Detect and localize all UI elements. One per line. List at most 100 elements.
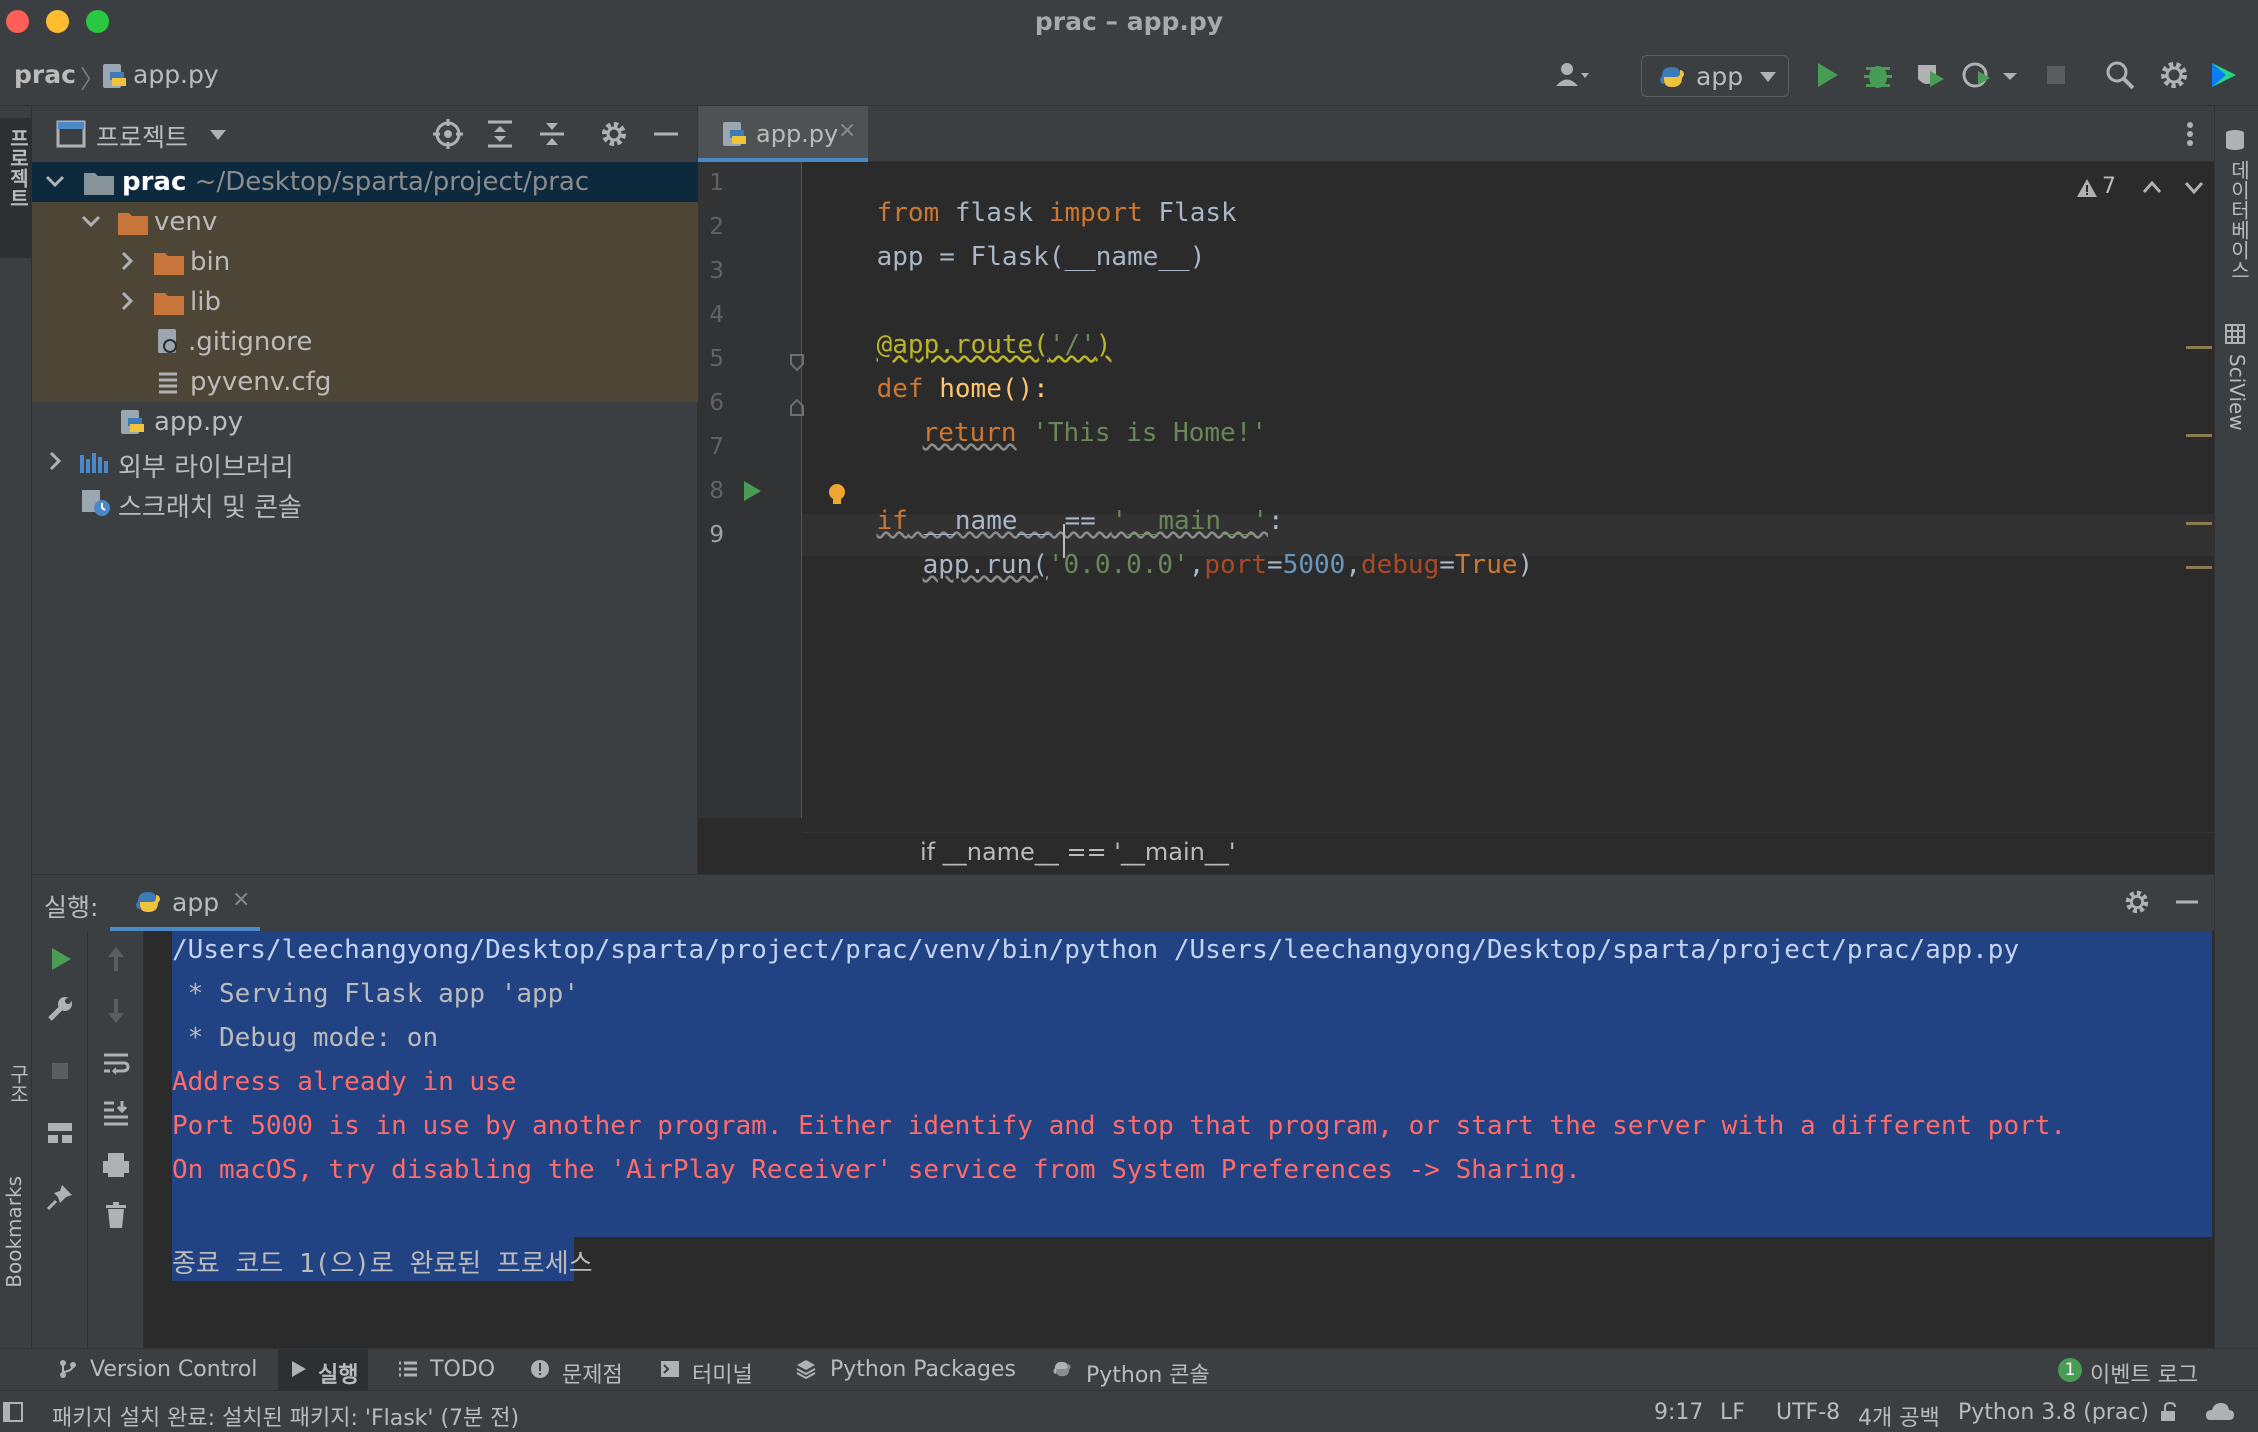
run-tab-app[interactable]: app × bbox=[110, 875, 260, 931]
gear-icon[interactable] bbox=[2156, 57, 2192, 93]
chevron-down-icon[interactable] bbox=[2000, 57, 2020, 93]
code-line-6[interactable]: return 'This is Home!' bbox=[860, 388, 1267, 478]
hide-panel-icon[interactable] bbox=[650, 118, 682, 150]
ignore-file-icon bbox=[158, 329, 177, 353]
editor-tab-app-py[interactable]: app.py × bbox=[698, 106, 868, 162]
stop-icon[interactable] bbox=[44, 1055, 76, 1087]
rerun-icon[interactable] bbox=[44, 943, 76, 975]
close-tab-icon[interactable]: × bbox=[838, 118, 856, 143]
run-configuration-dropdown[interactable]: app bbox=[1641, 55, 1789, 97]
chevron-down-icon[interactable] bbox=[80, 210, 102, 232]
memory-indicator-icon[interactable] bbox=[2206, 1400, 2234, 1424]
bookmarks-tab[interactable]: Bookmarks bbox=[2, 1176, 26, 1288]
gear-icon[interactable] bbox=[2122, 887, 2152, 917]
tree-item-lib[interactable]: lib bbox=[32, 282, 698, 322]
stop-icon[interactable] bbox=[2038, 57, 2074, 93]
trash-icon[interactable] bbox=[100, 1199, 132, 1231]
sciview-tab[interactable]: SciView bbox=[2225, 354, 2249, 431]
scroll-marker[interactable] bbox=[2186, 566, 2212, 569]
breadcrumb-file[interactable]: app.py bbox=[133, 60, 219, 89]
debug-icon[interactable] bbox=[1860, 57, 1896, 93]
tree-item-external-libraries[interactable]: 외부 라이브러리 bbox=[32, 442, 698, 483]
jetbrains-icon[interactable] bbox=[2208, 57, 2238, 93]
run-gutter-icon[interactable] bbox=[742, 480, 762, 502]
indent-setting[interactable]: 4개 공백 bbox=[1858, 1400, 1940, 1432]
collapse-all-icon[interactable] bbox=[536, 118, 568, 150]
layout-icon[interactable] bbox=[44, 1117, 76, 1149]
gear-icon[interactable] bbox=[598, 118, 630, 150]
warning-count[interactable]: 7 bbox=[2102, 174, 2116, 199]
project-view-dropdown[interactable]: 프로젝트 bbox=[96, 118, 188, 154]
fold-end-icon[interactable] bbox=[790, 398, 804, 416]
code-line-2[interactable]: app = Flask(__name__) bbox=[814, 212, 1206, 302]
profile-icon[interactable] bbox=[1960, 57, 1996, 93]
account-icon[interactable] bbox=[1553, 57, 1589, 93]
python-interpreter[interactable]: Python 3.8 (prac) bbox=[1958, 1400, 2149, 1425]
chevron-down-icon[interactable] bbox=[44, 170, 66, 192]
expand-all-icon[interactable] bbox=[484, 118, 516, 150]
toggle-tool-windows-icon[interactable] bbox=[2, 1401, 24, 1423]
intention-bulb-icon[interactable] bbox=[826, 482, 848, 506]
tool-tab-python-console[interactable]: Python 콘솔 bbox=[1086, 1357, 1210, 1389]
code-breadcrumb[interactable]: if __name__ == '__main__' bbox=[920, 838, 1235, 866]
console-line: * Serving Flask app 'app' bbox=[172, 979, 579, 1009]
run-icon[interactable] bbox=[1808, 57, 1844, 93]
tree-item-pyvenv-cfg[interactable]: pyvenv.cfg bbox=[32, 362, 698, 402]
locate-file-icon[interactable] bbox=[432, 118, 464, 150]
coverage-icon[interactable] bbox=[1912, 57, 1948, 93]
lock-icon[interactable] bbox=[2158, 1401, 2180, 1423]
scroll-marker[interactable] bbox=[2186, 346, 2212, 349]
tree-item-prac[interactable]: prac ~/Desktop/sparta/project/prac bbox=[32, 162, 698, 202]
arrow-down-icon[interactable] bbox=[100, 995, 132, 1027]
soft-wrap-icon[interactable] bbox=[100, 1047, 132, 1079]
project-tool-tab[interactable]: 프로젝트 bbox=[0, 118, 32, 258]
chevron-up-icon[interactable] bbox=[2142, 180, 2162, 194]
tool-tab-terminal[interactable]: 터미널 bbox=[692, 1357, 753, 1389]
status-bar: 패키지 설치 완료: 설치된 패키지: 'Flask' (7분 전) 9:17 … bbox=[0, 1390, 2258, 1432]
chevron-right-icon[interactable] bbox=[44, 450, 66, 472]
structure-tab[interactable]: 구조 bbox=[4, 1064, 33, 1104]
pin-icon[interactable] bbox=[44, 1181, 76, 1213]
tool-tab-run[interactable]: 실행 bbox=[318, 1357, 358, 1389]
fold-icon[interactable] bbox=[790, 354, 804, 372]
left-tool-strip: 프로젝트 구조 Bookmarks bbox=[0, 106, 32, 1348]
code-token: '/' bbox=[1048, 330, 1096, 360]
tool-tab-python-packages[interactable]: Python Packages bbox=[830, 1357, 1016, 1382]
scroll-marker[interactable] bbox=[2186, 434, 2212, 437]
tool-tab-problems[interactable]: 문제점 bbox=[562, 1357, 623, 1389]
warning-icon[interactable] bbox=[2076, 178, 2098, 198]
tree-item-label: pyvenv.cfg bbox=[190, 367, 332, 397]
tree-item-app-py[interactable]: app.py bbox=[32, 402, 698, 442]
status-message[interactable]: 패키지 설치 완료: 설치된 패키지: 'Flask' (7분 전) bbox=[52, 1400, 519, 1432]
wrench-icon[interactable] bbox=[44, 993, 76, 1025]
chevron-right-icon[interactable] bbox=[116, 250, 138, 272]
scroll-to-end-icon[interactable] bbox=[100, 1097, 132, 1129]
arrow-up-icon[interactable] bbox=[100, 943, 132, 975]
scroll-marker[interactable] bbox=[2186, 522, 2212, 525]
problems-icon bbox=[531, 1360, 549, 1378]
folder-icon bbox=[154, 253, 184, 275]
file-encoding[interactable]: UTF-8 bbox=[1776, 1400, 1840, 1425]
tree-item-bin[interactable]: bin bbox=[32, 242, 698, 282]
console-output[interactable]: /Users/leechangyong/Desktop/sparta/proje… bbox=[172, 931, 2212, 1349]
chevron-down-icon[interactable] bbox=[210, 130, 226, 140]
print-icon[interactable] bbox=[100, 1149, 132, 1181]
tool-tab-event-log[interactable]: 이벤트 로그 bbox=[2090, 1357, 2198, 1389]
search-icon[interactable] bbox=[2102, 57, 2138, 93]
tool-tab-version-control[interactable]: Version Control bbox=[90, 1357, 257, 1382]
tree-item-gitignore[interactable]: .gitignore bbox=[32, 322, 698, 362]
tool-tab-todo[interactable]: TODO bbox=[430, 1357, 495, 1382]
hide-panel-icon[interactable] bbox=[2172, 887, 2202, 917]
line-separator[interactable]: LF bbox=[1720, 1400, 1745, 1425]
database-tab[interactable]: 데이터베이스 bbox=[2225, 160, 2254, 280]
caret-position[interactable]: 9:17 bbox=[1654, 1400, 1703, 1425]
run-panel-header: 실행: app × bbox=[32, 875, 2214, 931]
close-tab-icon[interactable]: × bbox=[232, 887, 250, 912]
tree-item-scratches[interactable]: 스크래치 및 콘솔 bbox=[32, 482, 698, 523]
tree-item-venv[interactable]: venv bbox=[32, 202, 698, 242]
more-options-icon[interactable] bbox=[2184, 120, 2196, 148]
code-line-9[interactable]: app.run('0.0.0.0',port=5000,debug=True) bbox=[860, 520, 1534, 610]
breadcrumb-project[interactable]: prac bbox=[14, 60, 76, 89]
chevron-down-icon[interactable] bbox=[2184, 180, 2204, 194]
chevron-right-icon[interactable] bbox=[116, 290, 138, 312]
